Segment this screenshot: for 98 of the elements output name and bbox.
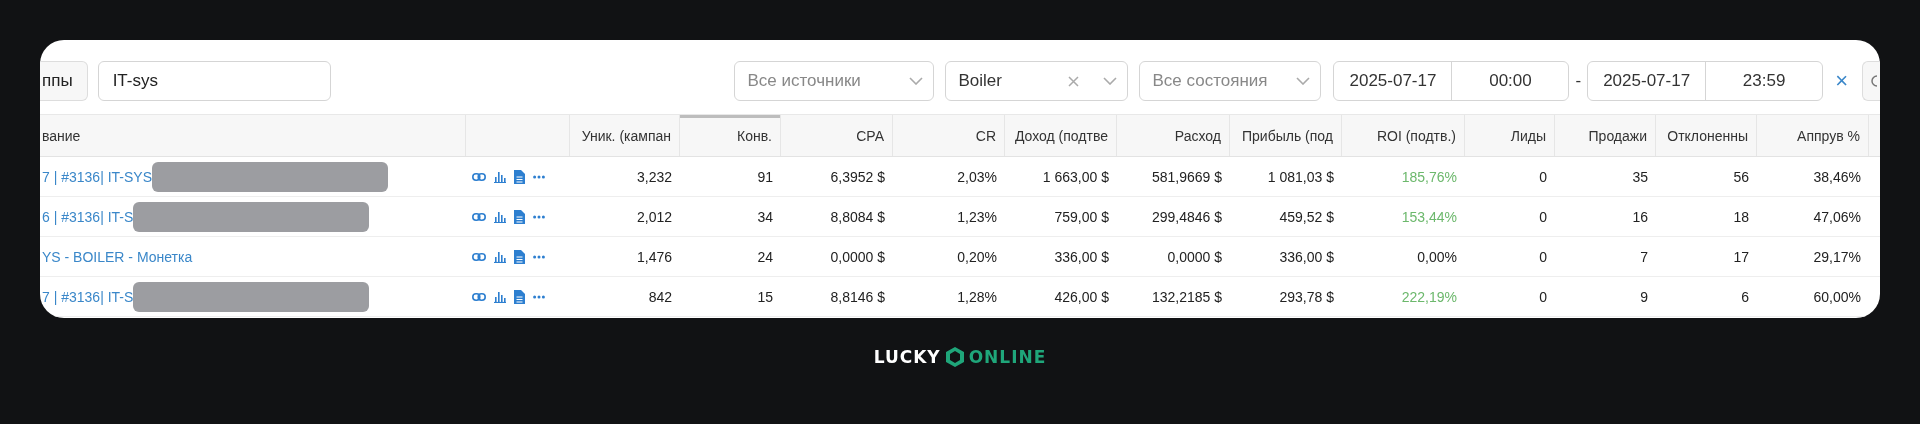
table-cell-text: 0,0000 $ xyxy=(1166,247,1223,267)
table-cell-text: 0 xyxy=(1538,287,1548,307)
column-header[interactable]: Продажи xyxy=(1555,115,1656,156)
more-icon[interactable] xyxy=(533,214,545,219)
table-cell-text: 60,00% xyxy=(1812,287,1862,307)
search-field[interactable]: IT-sys xyxy=(97,61,331,101)
table-cell-text: 293,78 $ xyxy=(1278,287,1335,307)
more-icon[interactable] xyxy=(533,294,545,299)
table-cell-text: 29,17% xyxy=(1812,247,1862,267)
table-cell-text: 0,20% xyxy=(956,247,998,267)
column-header[interactable]: Лиды xyxy=(1465,115,1555,156)
table-cell-text: 47,06% xyxy=(1812,207,1862,227)
table-cell-text: 0 xyxy=(1538,207,1548,227)
table-cell-text: 336,00 $ xyxy=(1053,247,1110,267)
table-cell-text: 1 081,03 $ xyxy=(1266,167,1335,187)
column-header[interactable]: ROI (подтв.) xyxy=(1342,115,1465,156)
table-cell-text: 299,4846 $ xyxy=(1150,207,1223,227)
link-icon[interactable] xyxy=(472,172,486,181)
link-icon[interactable] xyxy=(472,252,486,261)
table-cell-text: 426,00 $ xyxy=(1053,287,1110,307)
chevron-icon xyxy=(1296,77,1311,85)
table-cell-text: 7 xyxy=(1639,247,1649,267)
table-cell-text: 0,0000 $ xyxy=(829,247,886,267)
chevron-icon xyxy=(1103,77,1118,85)
table-cell-text: 581,9669 $ xyxy=(1150,167,1223,187)
table-cell-text: 1,23% xyxy=(956,207,998,227)
table-cell-text: 336,00 $ xyxy=(1278,247,1335,267)
bar-chart-icon[interactable] xyxy=(494,290,506,303)
table-cell-text: 1,476 xyxy=(635,247,673,267)
table-cell-text: 6,3952 $ xyxy=(829,167,886,187)
clear-button[interactable]: × xyxy=(1835,68,1848,94)
table-cell-text: 18 xyxy=(1732,207,1750,227)
group-button[interactable]: ппы xyxy=(40,61,88,101)
column-header[interactable]: Прибыль (под xyxy=(1230,115,1342,156)
table-cell-text: 8,8084 $ xyxy=(829,207,886,227)
range-separator: - xyxy=(1575,71,1582,91)
column-header[interactable]: Уник. (кампан xyxy=(570,115,680,156)
bar-chart-icon[interactable] xyxy=(494,210,506,223)
column-header[interactable]: CPA xyxy=(781,115,893,156)
table-cell-text: 0 xyxy=(1538,167,1548,187)
campaign-link[interactable]: 6 | #3136| IT-S xyxy=(42,208,134,225)
table-cell-text: 222,19% xyxy=(1400,287,1458,307)
document-icon[interactable] xyxy=(514,169,525,184)
column-header[interactable]: Аппрув % xyxy=(1757,115,1869,156)
table-cell-text: 132,2185 $ xyxy=(1150,287,1223,307)
status-select[interactable]: Все состояния xyxy=(1139,61,1322,101)
offer-select[interactable]: Boiler xyxy=(945,61,1129,101)
table-cell-text: 91 xyxy=(756,167,774,187)
link-icon[interactable] xyxy=(472,212,486,221)
column-header[interactable]: Доход (подтве xyxy=(1005,115,1117,156)
column-header[interactable]: Расход xyxy=(1117,115,1230,156)
table-cell-text: 185,76% xyxy=(1400,167,1458,187)
table-cell-text: 459,52 $ xyxy=(1278,207,1335,227)
table-cell-text: 2,03% xyxy=(956,167,998,187)
document-icon[interactable] xyxy=(514,249,525,264)
table-cell-text: 8,8146 $ xyxy=(829,287,886,307)
table-cell-text: 1 663,00 $ xyxy=(1041,167,1110,187)
document-icon[interactable] xyxy=(514,289,525,304)
campaign-link[interactable]: 7 | #3136| IT-S xyxy=(42,288,134,305)
table-cell-text: 35 xyxy=(1631,167,1649,187)
table-cell-text: 842 xyxy=(647,287,673,307)
more-icon[interactable] xyxy=(533,254,545,259)
table-cell-text: 759,00 $ xyxy=(1053,207,1110,227)
table-cell-text: 15 xyxy=(756,287,774,307)
column-header[interactable]: Конв. xyxy=(680,115,781,156)
table-cell-text: 0,00% xyxy=(1416,247,1458,267)
table-cell-text: 56 xyxy=(1732,167,1750,187)
table-cell-text: 16 xyxy=(1631,207,1649,227)
table-cell-text: 17 xyxy=(1732,247,1750,267)
bar-chart-icon[interactable] xyxy=(494,170,506,183)
table-cell-text: 3,232 xyxy=(635,167,673,187)
more-icon[interactable] xyxy=(533,174,545,179)
table-cell-text: 34 xyxy=(756,207,774,227)
chevron-icon xyxy=(909,77,924,85)
table-cell-text: 9 xyxy=(1639,287,1649,307)
source-select[interactable]: Все источники xyxy=(734,61,935,101)
bar-chart-icon[interactable] xyxy=(494,250,506,263)
table-cell-text: 153,44% xyxy=(1400,207,1458,227)
table-cell-text: 38,46% xyxy=(1812,167,1862,187)
table-cell-text: 6 xyxy=(1740,287,1750,307)
table-cell-text: 0 xyxy=(1538,247,1548,267)
clear-icon[interactable] xyxy=(1068,75,1080,87)
document-icon[interactable] xyxy=(514,209,525,224)
link-icon[interactable] xyxy=(472,292,486,301)
campaign-link[interactable]: 7 | #3136| IT-SYS xyxy=(42,168,152,185)
cube-icon xyxy=(944,346,965,368)
logo-text: LUCKY xyxy=(873,347,941,367)
column-header[interactable]: CR xyxy=(893,115,1005,156)
column-header[interactable]: Отклоненны xyxy=(1656,115,1757,156)
date-from-field[interactable]: 2025-07-17 00:00 xyxy=(1333,61,1570,101)
logo-text: ONLINE xyxy=(968,347,1047,367)
table-cell-text: 2,012 xyxy=(635,207,673,227)
campaign-link[interactable]: YS - BOILER - Монетка xyxy=(42,248,193,265)
table-cell-text: 1,28% xyxy=(956,287,998,307)
column-header[interactable]: вание xyxy=(40,115,466,156)
tool-button[interactable] xyxy=(1862,61,1880,101)
date-to-field[interactable]: 2025-07-17 23:59 xyxy=(1587,61,1824,101)
table-cell-text: 24 xyxy=(756,247,774,267)
